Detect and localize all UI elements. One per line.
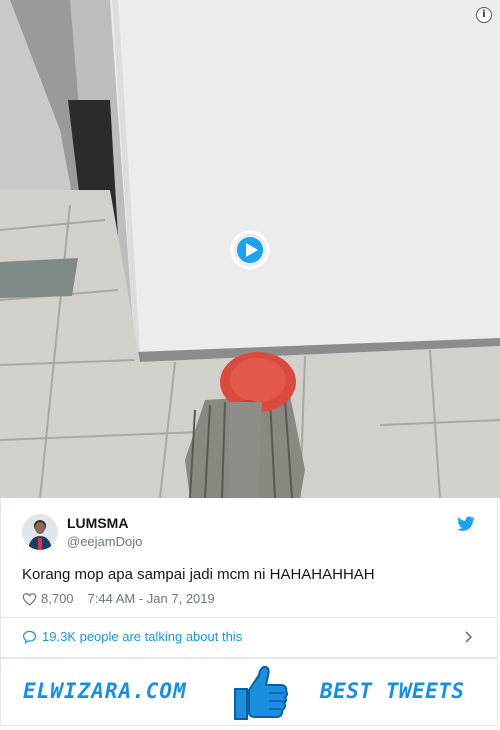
- author-name[interactable]: LUMSMA: [67, 515, 128, 531]
- promo-banner: ELWIZARA.COM BEST TWEETS: [0, 658, 498, 726]
- banner-tagline: BEST TWEETS: [320, 679, 465, 703]
- tweet-timestamp[interactable]: 7:44 AM - Jan 7, 2019: [88, 591, 215, 606]
- chevron-right-icon[interactable]: [464, 630, 473, 644]
- banner-site-name[interactable]: ELWIZARA.COM: [23, 679, 187, 703]
- talking-text[interactable]: 19.3K people are talking about this: [42, 629, 242, 644]
- tweet-card: LUMSMA @eejamDojo Korang mop apa sampai …: [0, 498, 498, 658]
- info-icon[interactable]: i: [476, 7, 492, 23]
- avatar[interactable]: [22, 514, 58, 550]
- comment-icon: [22, 630, 37, 644]
- play-icon[interactable]: [229, 229, 271, 271]
- like-count: 8,700: [41, 591, 74, 606]
- heart-icon[interactable]: [22, 592, 37, 606]
- video-player[interactable]: i: [0, 0, 500, 498]
- author-handle[interactable]: @eejamDojo: [67, 534, 142, 549]
- thumbs-up-icon: [234, 665, 289, 720]
- divider: [1, 617, 497, 618]
- talking-link[interactable]: 19.3K people are talking about this: [22, 629, 242, 644]
- tweet-text: Korang mop apa sampai jadi mcm ni HAHAHA…: [22, 566, 375, 583]
- twitter-bird-icon[interactable]: [457, 516, 475, 532]
- tweet-meta: 8,700 7:44 AM - Jan 7, 2019: [22, 591, 215, 606]
